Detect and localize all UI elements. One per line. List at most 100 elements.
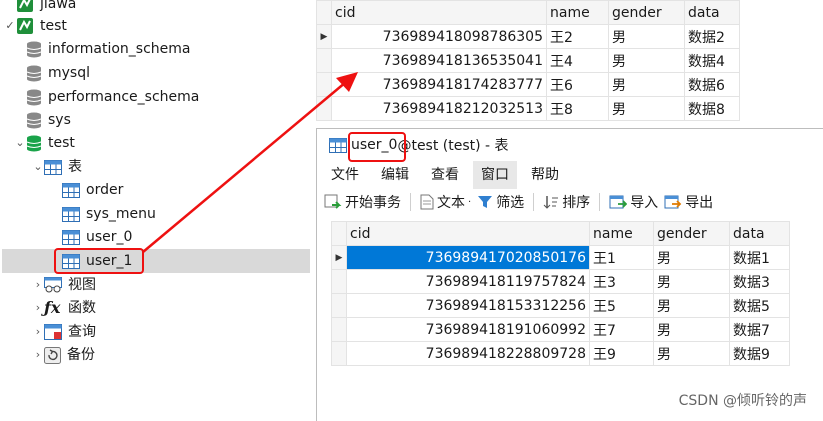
column-header[interactable]: gender <box>653 221 730 246</box>
table-cell[interactable]: 男 <box>608 72 685 97</box>
tree-item-views[interactable]: › 视图 <box>0 273 310 297</box>
table-cell[interactable]: 数据2 <box>684 24 740 49</box>
table-row[interactable]: 736989418153312256 王5 男数据5 <box>331 293 790 318</box>
tree-item-backups[interactable]: › 备份 <box>0 343 310 367</box>
collapse-arrow-icon[interactable]: ⌄ <box>32 155 44 179</box>
table-cell[interactable]: 王2 <box>546 24 609 49</box>
collapse-arrow-icon[interactable]: ✓ <box>4 14 16 38</box>
table-cell[interactable]: 数据7 <box>729 317 790 342</box>
table-cell[interactable]: 736989418136535041 <box>331 48 547 73</box>
table-cell[interactable]: 736989418098786305 <box>331 24 547 49</box>
table-cell[interactable]: 736989418212032513 <box>331 96 547 121</box>
table-row[interactable]: 736989418119757824 王3 男数据3 <box>331 269 790 294</box>
current-row-indicator-icon[interactable]: ▶ <box>316 24 332 49</box>
table-cell[interactable]: 数据8 <box>684 96 740 121</box>
import-button[interactable]: 导入 <box>606 192 661 212</box>
table-cell[interactable]: 王4 <box>546 48 609 73</box>
table-cell[interactable]: 736989418191060992 <box>346 317 590 342</box>
filter-button[interactable]: 筛选 <box>474 192 527 212</box>
table-row[interactable]: ▶ 736989418098786305 王2 男数据2 <box>316 24 740 49</box>
tree-item-database[interactable]: performance_schema <box>0 85 310 109</box>
table-row[interactable]: 736989418191060992 王7 男数据7 <box>331 317 790 342</box>
table-cell[interactable]: 736989418153312256 <box>346 293 590 318</box>
collapse-arrow-icon[interactable]: ⌄ <box>14 131 26 155</box>
begin-transaction-label: 开始事务 <box>345 195 401 211</box>
menu-edit[interactable]: 编辑 <box>373 161 417 189</box>
table-window[interactable]: user_0 @test (test) - 表 文件 编辑 查看 窗口 帮助 开… <box>316 128 823 421</box>
table-cell[interactable]: 男 <box>653 245 730 270</box>
begin-transaction-button[interactable]: 开始事务 <box>321 192 404 212</box>
table-cell[interactable]: 男 <box>608 96 685 121</box>
text-button[interactable]: 文本 · <box>417 192 474 212</box>
table-cell[interactable]: 数据3 <box>729 269 790 294</box>
expand-arrow-icon[interactable]: › <box>32 343 44 367</box>
table-cell[interactable]: 数据1 <box>729 245 790 270</box>
column-header[interactable]: cid <box>331 0 547 25</box>
table-row[interactable]: 736989418174283777 王6 男数据6 <box>316 72 740 97</box>
table-cell[interactable]: 数据5 <box>729 293 790 318</box>
table-cell[interactable]: 男 <box>653 269 730 294</box>
table-row[interactable]: 736989418212032513 王8 男数据8 <box>316 96 740 121</box>
table-cell[interactable]: 男 <box>608 24 685 49</box>
table-row[interactable]: 736989418136535041 王4 男数据4 <box>316 48 740 73</box>
row-indicator[interactable] <box>331 293 347 318</box>
table-cell[interactable]: 736989417020850176 <box>346 245 590 270</box>
table-cell[interactable]: 男 <box>653 317 730 342</box>
tree-item-table[interactable]: user_1 <box>2 249 310 273</box>
row-indicator[interactable] <box>316 72 332 97</box>
column-header[interactable]: gender <box>608 0 685 25</box>
menu-view[interactable]: 查看 <box>423 161 467 189</box>
table-cell[interactable]: 736989418174283777 <box>331 72 547 97</box>
table-cell[interactable]: 736989418228809728 <box>346 341 590 366</box>
current-row-indicator-icon[interactable]: ▶ <box>331 245 347 270</box>
row-indicator[interactable] <box>331 269 347 294</box>
sort-button[interactable]: 排序 <box>540 192 593 212</box>
column-header[interactable]: name <box>546 0 609 25</box>
column-header[interactable]: data <box>684 0 740 25</box>
tree-item-database[interactable]: mysql <box>0 61 310 85</box>
table-cell[interactable]: 王6 <box>546 72 609 97</box>
row-indicator[interactable] <box>331 317 347 342</box>
menu-window[interactable]: 窗口 <box>473 161 517 189</box>
column-header[interactable]: cid <box>346 221 590 246</box>
table-row[interactable]: ▶ 736989417020850176 王1 男数据1 <box>331 245 790 270</box>
table-cell[interactable]: 王8 <box>546 96 609 121</box>
expand-arrow-icon[interactable]: › <box>32 320 44 344</box>
user-0-table: cid name gender data ▶ 736989417020850176… <box>331 221 790 366</box>
tree-item-table[interactable]: sys_menu <box>0 202 310 226</box>
tree-item-database[interactable]: sys <box>0 108 310 132</box>
tree-item-table[interactable]: order <box>0 178 310 202</box>
row-indicator[interactable] <box>316 48 332 73</box>
menu-help[interactable]: 帮助 <box>523 161 567 189</box>
tree-item-queries[interactable]: › 查询 <box>0 320 310 344</box>
tree-item-functions[interactable]: › ƒx 函数 <box>0 296 310 320</box>
table-cell[interactable]: 王3 <box>589 269 654 294</box>
table-cell[interactable]: 王9 <box>589 341 654 366</box>
row-indicator[interactable] <box>316 96 332 121</box>
column-header[interactable]: name <box>589 221 654 246</box>
tree-item-tables[interactable]: ⌄ 表 <box>0 155 310 179</box>
table-cell[interactable]: 736989418119757824 <box>346 269 590 294</box>
expand-arrow-icon[interactable]: › <box>32 296 44 320</box>
watermark: CSDN @倾听铃的声 <box>678 393 807 409</box>
table-cell[interactable]: 男 <box>608 48 685 73</box>
menu-file[interactable]: 文件 <box>323 161 367 189</box>
table-cell[interactable]: 男 <box>653 293 730 318</box>
tree-item-connection[interactable]: ✓ test <box>0 14 310 38</box>
table-cell[interactable]: 王5 <box>589 293 654 318</box>
export-button[interactable]: 导出 <box>661 192 716 212</box>
column-header[interactable]: data <box>729 221 790 246</box>
table-cell[interactable]: 王1 <box>589 245 654 270</box>
tree-item-database-open[interactable]: ⌄ test <box>0 131 310 155</box>
table-cell[interactable]: 数据9 <box>729 341 790 366</box>
table-cell[interactable]: 数据4 <box>684 48 740 73</box>
row-indicator[interactable] <box>331 341 347 366</box>
table-cell[interactable]: 数据6 <box>684 72 740 97</box>
table-row[interactable]: 736989418228809728 王9 男数据9 <box>331 341 790 366</box>
tree-item-label: sys <box>48 112 71 128</box>
table-cell[interactable]: 王7 <box>589 317 654 342</box>
table-cell[interactable]: 男 <box>653 341 730 366</box>
expand-arrow-icon[interactable]: › <box>32 273 44 297</box>
tree-item-database[interactable]: information_schema <box>0 37 310 61</box>
tree-item-table[interactable]: user_0 <box>0 225 310 249</box>
